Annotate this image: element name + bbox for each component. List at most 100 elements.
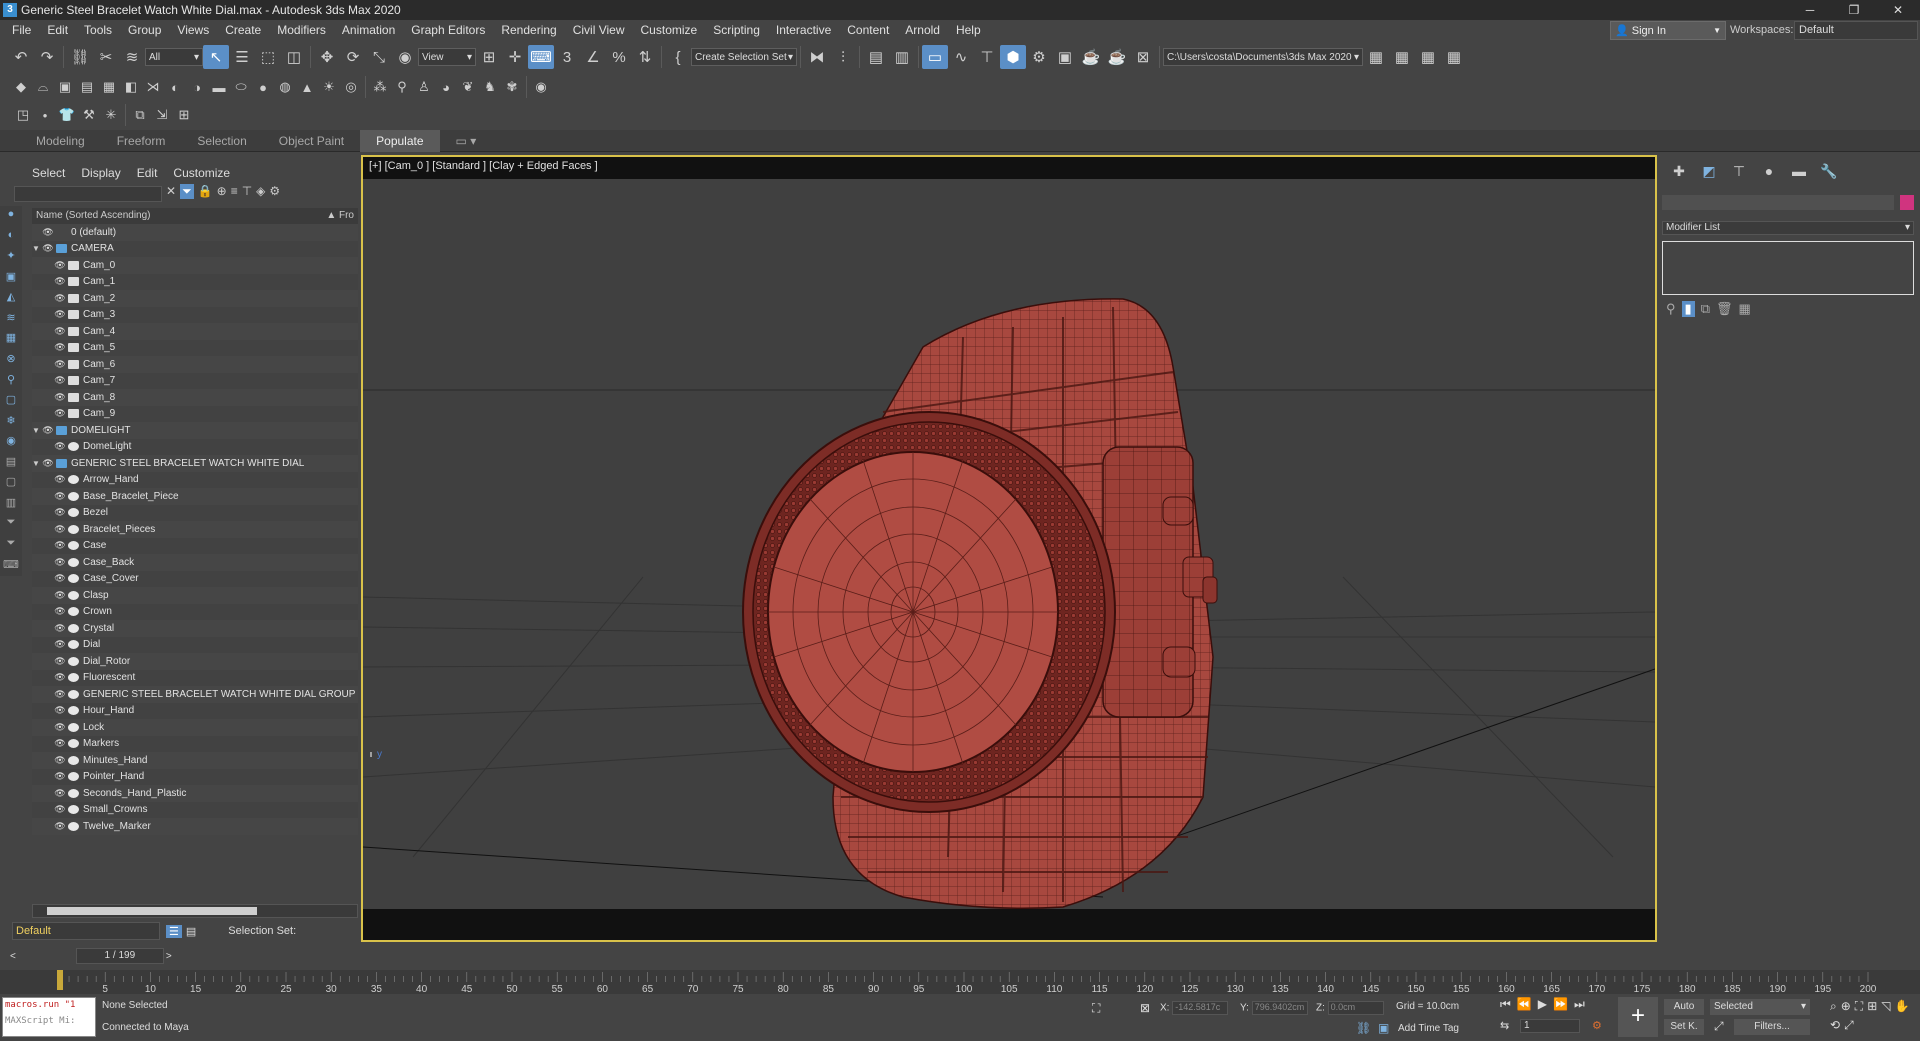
visibility-eye-icon[interactable]: 👁 [54,491,66,502]
menu-scripting[interactable]: Scripting [705,20,768,41]
scene-tree-row[interactable]: 👁 Dial_Rotor [32,653,358,670]
y-coordinate[interactable]: Y: 796.9402cm [1240,1001,1308,1015]
visibility-eye-icon[interactable]: 👁 [54,276,66,287]
menu-civil-view[interactable]: Civil View [565,20,633,41]
menu-modifiers[interactable]: Modifiers [269,20,334,41]
panel-icon[interactable]: ▤ [76,75,98,99]
show-end-result-icon[interactable]: ▮ [1681,301,1695,317]
utilities-tab-icon[interactable]: 🔧 [1814,163,1844,180]
visibility-eye-icon[interactable]: 👁 [54,474,66,485]
ribbon-tab-modeling[interactable]: Modeling [20,130,101,152]
render-production-icon[interactable]: ☕ [1078,45,1104,69]
export-icon[interactable]: ⇲ [151,103,173,127]
zoom-extents-all-icon[interactable]: ⊞ [1867,999,1877,1014]
edit-named-sets-icon[interactable]: { [665,45,691,69]
scene-tree-row[interactable]: 👁 Markers [32,735,358,752]
scene-tree-row[interactable]: 👁 Cam_0 [32,257,358,274]
named-selection-dropdown[interactable]: Create Selection Set ▾ [691,48,797,66]
key-tangent-icon[interactable]: ⤢ [1714,1019,1724,1034]
visibility-eye-icon[interactable]: 👁 [54,260,66,271]
visibility-eye-icon[interactable]: 👁 [54,606,66,617]
scene-tree-row[interactable]: 👁 Bracelet_Pieces [32,521,358,538]
time-config-icon[interactable]: ⚙ [1592,1019,1602,1032]
visibility-eye-icon[interactable]: 👁 [54,722,66,733]
visibility-eye-icon[interactable]: 👁 [54,507,66,518]
maximize-button[interactable]: ❐ [1832,0,1876,20]
particles-icon[interactable]: ⁂ [369,75,391,99]
scene-tree-row[interactable]: 👁 Fluorescent [32,669,358,686]
visibility-eye-icon[interactable]: 👁 [54,689,66,700]
scene-tree-row[interactable]: 👁 Crown [32,603,358,620]
arnold-render-icon[interactable]: ◉ [530,75,552,99]
scene-tree-row[interactable]: 👁 0 (default) [32,224,358,241]
y-value[interactable]: 796.9402cm [1251,1001,1308,1015]
display-groups-icon[interactable]: ▦ [3,331,19,348]
dot-icon[interactable]: • [34,103,56,127]
current-layer-dropdown[interactable]: Default [12,922,160,940]
visibility-eye-icon[interactable]: 👁 [54,524,66,535]
crop-icon[interactable]: ⧉ [129,103,151,127]
toggle-ribbon-icon[interactable]: ▭ [922,45,948,69]
object-color-swatch[interactable] [1900,195,1914,210]
scene-tree-row[interactable]: 👁 Lock [32,719,358,736]
scene-tree-row[interactable]: 👁 Small_Crowns [32,801,358,818]
render-activeshade-icon[interactable]: ⊠ [1130,45,1156,69]
field-of-view-icon[interactable]: ◹ [1881,999,1890,1014]
menu-arnold[interactable]: Arnold [897,20,948,41]
layer-stack-icon[interactable]: ◈ [256,184,265,199]
visibility-eye-icon[interactable]: 👁 [54,821,66,832]
visibility-eye-icon[interactable]: 👁 [54,309,66,320]
z-value[interactable]: 0.0cm [1327,1001,1384,1015]
create-tab-icon[interactable]: ✚ [1664,163,1694,180]
clear-icon[interactable]: ✕ [166,184,176,199]
layers-icon[interactable]: ≡ [231,184,238,199]
pan-icon[interactable]: ✋ [1895,999,1910,1014]
pin-stack-icon[interactable]: ⚲ [1666,301,1676,317]
object-name-field[interactable] [1662,195,1894,210]
torus-knot-icon[interactable]: ◐ [164,75,186,99]
scene-tree-row[interactable]: 👁 Bezel [32,504,358,521]
bone-icon[interactable]: ⚲ [391,75,413,99]
scrollbar-thumb[interactable] [47,907,257,915]
angle-snap-icon[interactable]: ∠ [580,45,606,69]
scene-tab-customize[interactable]: Customize [165,166,238,180]
visibility-eye-icon[interactable]: 👁 [42,458,54,469]
time-prev-icon[interactable]: < [10,951,16,962]
visibility-eye-icon[interactable]: 👁 [54,540,66,551]
display-bones-icon[interactable]: ⚲ [3,373,19,390]
menu-rendering[interactable]: Rendering [493,20,564,41]
scene-explorer-icon[interactable]: ▤ [863,45,889,69]
visibility-eye-icon[interactable]: 👁 [54,738,66,749]
menu-edit[interactable]: Edit [39,20,76,41]
visibility-eye-icon[interactable]: 👁 [54,672,66,683]
visibility-eye-icon[interactable]: 👁 [42,425,54,436]
redo-icon[interactable]: ↷ [34,45,60,69]
project-folder-icon[interactable]: ▦ [1363,45,1389,69]
scene-tree-row[interactable]: 👁 Cam_5 [32,339,358,356]
character-icon[interactable]: ♙ [413,75,435,99]
cone-icon[interactable]: ▲ [296,75,318,99]
scene-tree-row[interactable]: ▼ 👁 CAMERA [32,240,358,257]
menu-tools[interactable]: Tools [76,20,120,41]
display-spacewarps-icon[interactable]: ≋ [3,311,19,328]
render-setup-icon[interactable]: ⚙ [1026,45,1052,69]
modifier-list-dropdown[interactable]: Modifier List ▾ [1662,221,1914,235]
add-tag-icon[interactable]: ▣ [1378,1021,1389,1035]
display-none-icon[interactable]: ▢ [3,475,19,492]
play-icon[interactable]: ▶ [1538,997,1547,1012]
visibility-eye-icon[interactable]: 👁 [54,656,66,667]
maximize-viewport-icon[interactable]: ⤢ [1844,1018,1854,1033]
visibility-eye-icon[interactable]: 👁 [54,441,66,452]
motion-tab-icon[interactable]: ● [1754,163,1784,180]
set-key-icon[interactable]: + [1618,997,1658,1037]
sign-in-dropdown[interactable]: 👤 Sign In ▼ [1610,21,1726,40]
layer-explorer-icon[interactable]: ▤ [186,925,196,938]
display-geometry-icon[interactable]: ● [3,208,19,225]
visibility-eye-icon[interactable]: 👁 [54,788,66,799]
visibility-eye-icon[interactable]: 👁 [54,804,66,815]
wrench-icon[interactable]: ⚒ [78,103,100,127]
current-frame-input[interactable]: 1 [1520,1019,1580,1033]
modifier-stack[interactable] [1662,241,1914,295]
expand-triangle-icon[interactable]: ▼ [32,459,42,468]
visibility-eye-icon[interactable]: 👁 [54,755,66,766]
